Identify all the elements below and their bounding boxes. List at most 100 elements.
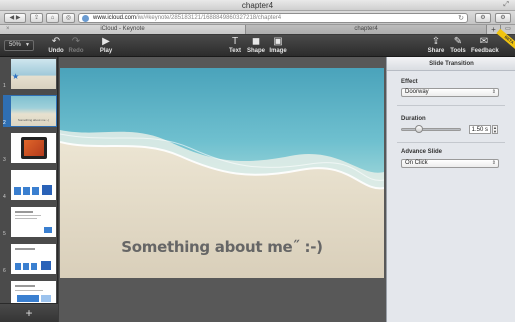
keynote-toolbar: 50% ▼ ↶ Undo ↷ Redo ▶ Play T Text ◼ Shap… [0,35,515,57]
slide-thumbnail-5[interactable]: 5 [3,206,57,238]
shape-block [23,263,29,270]
slide-number: 1 [3,83,6,89]
tools-label: Tools [450,48,466,54]
share-button[interactable]: ⇪ Share [426,36,446,55]
tab-label: iCloud - Keynote [100,26,145,32]
reader-button[interactable]: ◎ [62,13,75,23]
image-label: Image [269,48,287,54]
zoom-select[interactable]: 50% ▼ [4,40,34,51]
add-slide-button[interactable]: + [0,303,58,322]
slide-4-preview [11,170,56,200]
shape-button[interactable]: ◼ Shape [245,36,267,55]
inspector-title: Slide Transition [387,57,515,71]
slide-thumbnail-2[interactable]: Something about me :-) 2 [3,95,57,127]
effect-value: Doorway [405,89,429,95]
shape-block [23,187,30,195]
reload-icon[interactable]: ↻ [458,14,464,22]
slide-5-preview [11,207,56,237]
slide-number: 6 [3,268,6,274]
chevron-updown-icon: ⇕ [491,89,496,95]
shape-block [14,187,21,195]
tablet-image [21,137,47,159]
shape-block [31,263,37,270]
slide-2-preview-caption: Something about me :-) [17,118,50,122]
slide-number: 4 [3,194,6,200]
slide-number: 3 [3,157,6,163]
undo-button[interactable]: ↶ Undo [46,36,66,55]
undo-icon: ↶ [51,36,61,47]
slide-number: 2 [3,120,6,126]
divider [397,105,505,106]
tab-icloud-keynote[interactable]: × iCloud - Keynote [0,25,246,34]
beta-badge: BETA [496,28,515,52]
back-forward-buttons[interactable]: ◀ ▶ [4,13,26,23]
window-title: chapter4 [241,1,274,10]
star-icon: ★ [12,72,20,81]
text-button[interactable]: T Text [225,36,245,55]
tab-chapter4[interactable]: chapter4 [246,25,486,34]
reader-icon: ◎ [65,15,72,21]
slide-thumbnail-6[interactable]: 6 [3,243,57,275]
shape-block [32,187,39,195]
slide-thumbnail-1[interactable]: ★ 1 [3,58,57,90]
duration-field[interactable]: 1.50 s [469,125,491,134]
duration-slider-handle[interactable] [415,125,423,133]
feedback-icon: ✉ [479,36,489,47]
zoom-value: 50% [9,42,22,48]
shape-block [15,263,21,270]
fullscreen-icon[interactable]: ⤢ [503,1,509,9]
shape-block [42,185,52,195]
tools-button[interactable]: ✎ Tools [448,36,468,55]
current-slide[interactable]: Something about me˝ :-) [60,68,384,278]
tab-label: chapter4 [354,26,378,32]
bookmark-button[interactable]: ⌂ [46,13,59,23]
bookmark-icon: ⌂ [50,15,55,21]
text-line [15,285,35,287]
settings-menu-button[interactable]: ⚙ [495,13,511,23]
shape-block [44,227,52,233]
shape-icon: ◼ [251,36,261,47]
slide-thumbnail-3[interactable]: 3 [3,132,57,164]
share-label: Share [427,48,445,54]
tabs-icon: ▭ [505,26,511,32]
redo-button[interactable]: ↷ Redo [66,36,86,55]
effect-label: Effect [401,79,418,85]
share-page-button[interactable]: ⇪ [30,13,43,23]
redo-label: Redo [68,48,84,54]
text-icon: T [231,36,239,47]
slide-thumbnail-4[interactable]: 4 [3,169,57,201]
tablet-screen [24,140,44,156]
advance-slide-value: On Click [405,160,428,166]
feedback-button[interactable]: ✉ Feedback [471,36,499,55]
share-arrow-icon: ⇪ [33,15,40,21]
duration-stepper[interactable]: ▲ ▼ [492,125,498,134]
play-button[interactable]: ▶ Play [96,36,116,55]
slide-navigator: ★ 1 Something about me :-) 2 3 4 5 6 [0,57,58,322]
address-bar[interactable]: www.icloud.com/iw/#keynote/285183121/168… [78,13,468,23]
url-domain: www.icloud.com [93,15,137,21]
shape-label: Shape [246,48,265,54]
wrench-icon: ✎ [453,36,463,47]
back-arrow-icon[interactable]: ◀ [10,15,15,21]
slide-caption-text[interactable]: Something about me˝ :-) [60,238,384,256]
text-line [15,215,41,216]
image-icon: ▣ [273,36,283,47]
slide-3-preview [11,133,56,163]
tab-bar: × iCloud - Keynote chapter4 + ▭ [0,25,515,34]
site-icon [82,15,89,22]
image-button[interactable]: ▣ Image [267,36,289,55]
duration-slider-track[interactable] [401,128,461,131]
shape-block [41,295,51,302]
chevron-updown-icon: ⇕ [491,160,496,166]
close-tab-icon[interactable]: × [6,25,10,34]
shape-block [17,295,39,302]
forward-arrow-icon[interactable]: ▶ [16,15,21,21]
chevron-down-icon: ▼ [25,42,30,48]
duration-label: Duration [401,116,426,122]
undo-label: Undo [48,48,64,54]
settings-button[interactable]: ⚙ [475,13,491,23]
wrench-icon: ⚙ [500,15,506,21]
effect-select[interactable]: Doorway ⇕ [401,88,499,97]
advance-slide-select[interactable]: On Click ⇕ [401,159,499,168]
text-label: Text [229,48,241,54]
